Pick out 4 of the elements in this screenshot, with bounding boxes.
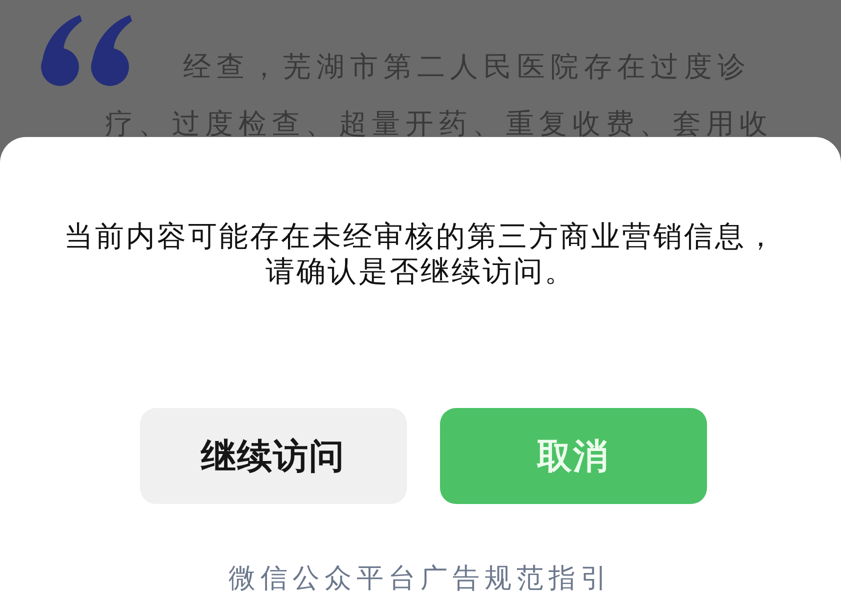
continue-button[interactable]: 继续访问	[140, 408, 406, 504]
guidelines-link[interactable]: 微信公众平台广告规范指引	[228, 560, 612, 596]
dialog-message: 当前内容可能存在未经审核的第三方商业营销信息，请确认是否继续访问。	[63, 220, 778, 290]
quote-mark-icon	[40, 15, 132, 87]
